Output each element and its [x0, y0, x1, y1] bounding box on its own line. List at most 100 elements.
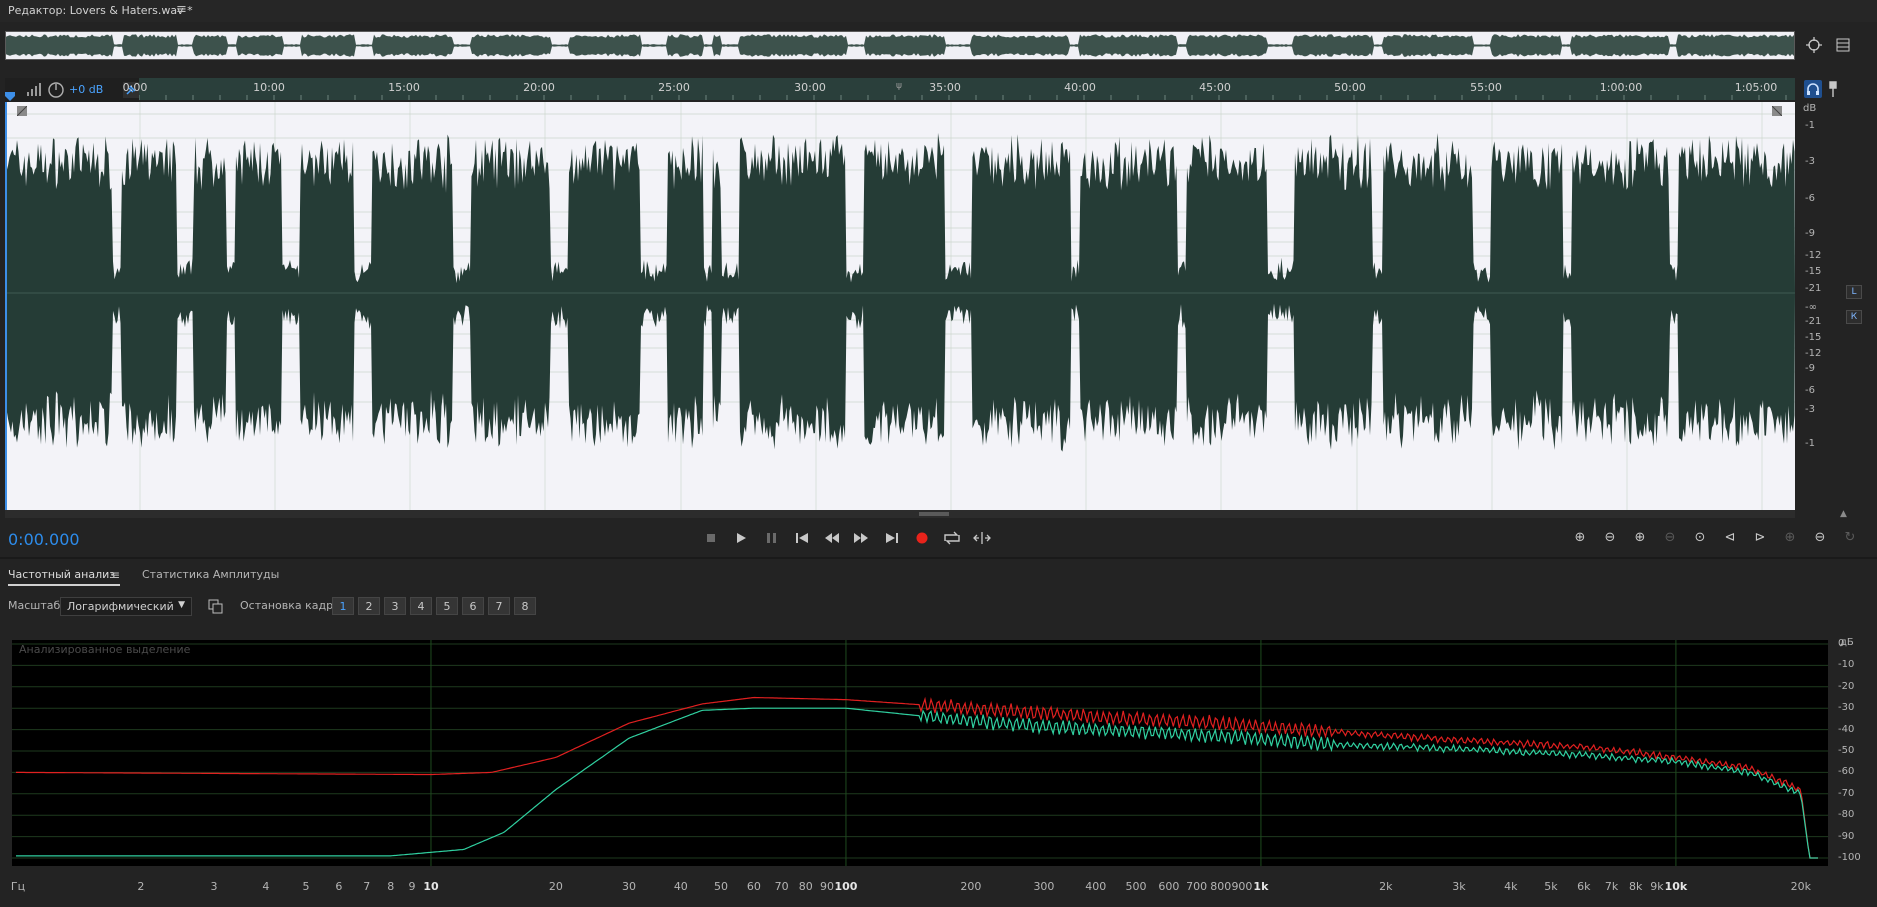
db-tick-label: -15 [1805, 266, 1822, 277]
move-to-start-button[interactable] [790, 528, 814, 548]
rewind-button[interactable] [820, 528, 844, 548]
freeze-frame-5-button[interactable]: 5 [436, 597, 458, 615]
freeze-frame-8-button[interactable]: 8 [514, 597, 536, 615]
play-button[interactable] [729, 528, 753, 548]
scale-label: Масштаб: [8, 599, 64, 612]
level-bars-icon [25, 83, 45, 97]
scrollbar-thumb[interactable] [919, 512, 949, 516]
ruler-tick-label: 25:00 [658, 81, 690, 94]
db-tick-label: -3 [1805, 156, 1815, 167]
freeze-frame-6-button[interactable]: 6 [462, 597, 484, 615]
x-tick-label: 30 [621, 880, 636, 893]
zoom-out-time-icon[interactable]: ⊖ [1658, 528, 1682, 548]
monitor-headphones-icon[interactable] [1804, 80, 1822, 98]
db-tick-label: -12 [1805, 250, 1822, 261]
db-tick-label: -6 [1805, 193, 1815, 204]
zoom-out-selection-icon[interactable]: ⊖ [1808, 528, 1832, 548]
db-tick-label: -3 [1805, 404, 1815, 415]
x-tick-label: 80 [798, 880, 813, 893]
x-tick-label: 90 [819, 880, 834, 893]
playhead-marker-icon[interactable] [5, 92, 15, 102]
zoom-in-right-icon[interactable]: ⊳ [1748, 528, 1772, 548]
loop-button[interactable] [940, 528, 964, 548]
freeze-frame-2-button[interactable]: 2 [358, 597, 380, 615]
ruler-tick-label: 30:00 [794, 81, 826, 94]
x-tick-label: 70 [774, 880, 789, 893]
x-tick-label: 7k [1604, 880, 1619, 893]
zoom-in-left-icon[interactable]: ⊲ [1718, 528, 1742, 548]
channel-left-button[interactable]: L [1846, 285, 1862, 299]
zoom-fit-icon[interactable]: ⊙ [1688, 528, 1712, 548]
spectrum-caption: Анализированное выделение [19, 643, 191, 656]
ruler-tick-label: 10:00 [253, 81, 285, 94]
tab-amplitude-statistics[interactable]: Статистика Амплитуды [142, 568, 279, 581]
copy-settings-icon[interactable] [208, 599, 224, 615]
db-tick-label: -6 [1805, 385, 1815, 396]
waveform-display[interactable] [5, 102, 1795, 510]
db-tick-label: -∞ [1805, 302, 1817, 313]
panel-toggle-icon[interactable] [1835, 37, 1851, 53]
x-tick-label: 3 [210, 880, 218, 893]
freeze-frame-3-button[interactable]: 3 [384, 597, 406, 615]
marker-pin-icon[interactable] [1826, 80, 1840, 98]
x-tick-label: 10 [423, 880, 439, 893]
channel-right-button[interactable]: К [1846, 310, 1862, 324]
x-axis-unit: Гц [10, 880, 26, 893]
zoom-in-amplitude-icon[interactable]: ⊕ [1568, 528, 1592, 548]
y-tick-label: -90 [1838, 830, 1855, 842]
ruler-tick-label: 1:05:00 [1734, 81, 1778, 94]
x-tick-label: 4k [1504, 880, 1518, 893]
x-tick-label: 1k [1253, 880, 1269, 893]
y-tick-label: -70 [1838, 787, 1855, 799]
pause-button[interactable] [759, 528, 783, 548]
freeze-frame-7-button[interactable]: 7 [488, 597, 510, 615]
tab-menu-icon[interactable]: ≡ [110, 568, 120, 582]
x-tick-label: 20k [1790, 880, 1811, 893]
frequency-spectrum[interactable] [12, 640, 1828, 866]
editor-header: Редактор: Lovers & Haters.wav * ≡ [0, 0, 1877, 22]
x-tick-label: 20 [548, 880, 563, 893]
x-tick-label: 700 [1186, 880, 1208, 893]
x-tick-label: 9k [1650, 880, 1664, 893]
db-tick-label: -12 [1805, 348, 1822, 359]
db-tick-label: -21 [1805, 316, 1822, 327]
fast-forward-button[interactable] [849, 528, 873, 548]
x-tick-label: 100 [834, 880, 858, 893]
stop-button[interactable] [699, 528, 723, 548]
zoom-out-amplitude-icon[interactable]: ⊖ [1598, 528, 1622, 548]
overview-waveform[interactable] [5, 31, 1795, 60]
freeze-frame-1-button[interactable]: 1 [332, 597, 354, 615]
zoom-in-selection-icon[interactable]: ⊕ [1778, 528, 1802, 548]
zoom-reset-icon[interactable]: ↻ [1838, 528, 1862, 548]
panel-menu-icon[interactable]: ≡ [176, 2, 187, 17]
fade-in-handle[interactable] [17, 106, 27, 116]
move-to-end-button[interactable] [880, 528, 904, 548]
y-tick-label: -80 [1838, 809, 1855, 821]
tab-frequency-analysis[interactable]: Частотный анализ [8, 568, 115, 581]
x-tick-label: 50 [714, 880, 729, 893]
skip-selection-button[interactable] [970, 528, 994, 548]
amplitude-scale: dB -1 -3 -6 -9 -12 -15 -21 -∞ -21 -15 -12 -9 -6 -3 -1 [1795, 100, 1877, 512]
x-tick-label: 200 [960, 880, 982, 893]
x-tick-label: 5 [302, 880, 310, 893]
ruler-tick-label: 55:00 [1470, 81, 1502, 94]
db-tick-label: -1 [1805, 120, 1815, 131]
ruler-tick-label: 15:00 [388, 81, 420, 94]
freeze-frame-4-button[interactable]: 4 [410, 597, 432, 615]
editor-title: Редактор: Lovers & Haters.wav * [8, 4, 193, 17]
zoom-in-time-icon[interactable]: ⊕ [1628, 528, 1652, 548]
horizontal-scrollbar[interactable] [5, 510, 1795, 518]
x-tick-label: 800 [1210, 880, 1232, 893]
db-tick-label: -21 [1805, 283, 1822, 294]
y-tick-label: -100 [1838, 852, 1861, 863]
scale-select[interactable]: Логарифмический ▼ [60, 597, 192, 616]
ruler-marker-glyph: ψ [896, 81, 902, 91]
fade-out-handle[interactable] [1772, 106, 1782, 116]
y-tick-label: -50 [1838, 745, 1855, 756]
freeze-frame-label: Остановка кадра: [240, 599, 344, 612]
time-ruler[interactable]: 0:00 10:00 15:00 20:00 25:00 30:00 35:00 40:00 4… [123, 78, 1795, 100]
record-button[interactable] [910, 528, 934, 548]
zoom-to-fit-icon[interactable] [1805, 36, 1823, 54]
x-tick-label: 6k [1577, 880, 1591, 893]
gain-knob-icon[interactable] [47, 81, 65, 99]
